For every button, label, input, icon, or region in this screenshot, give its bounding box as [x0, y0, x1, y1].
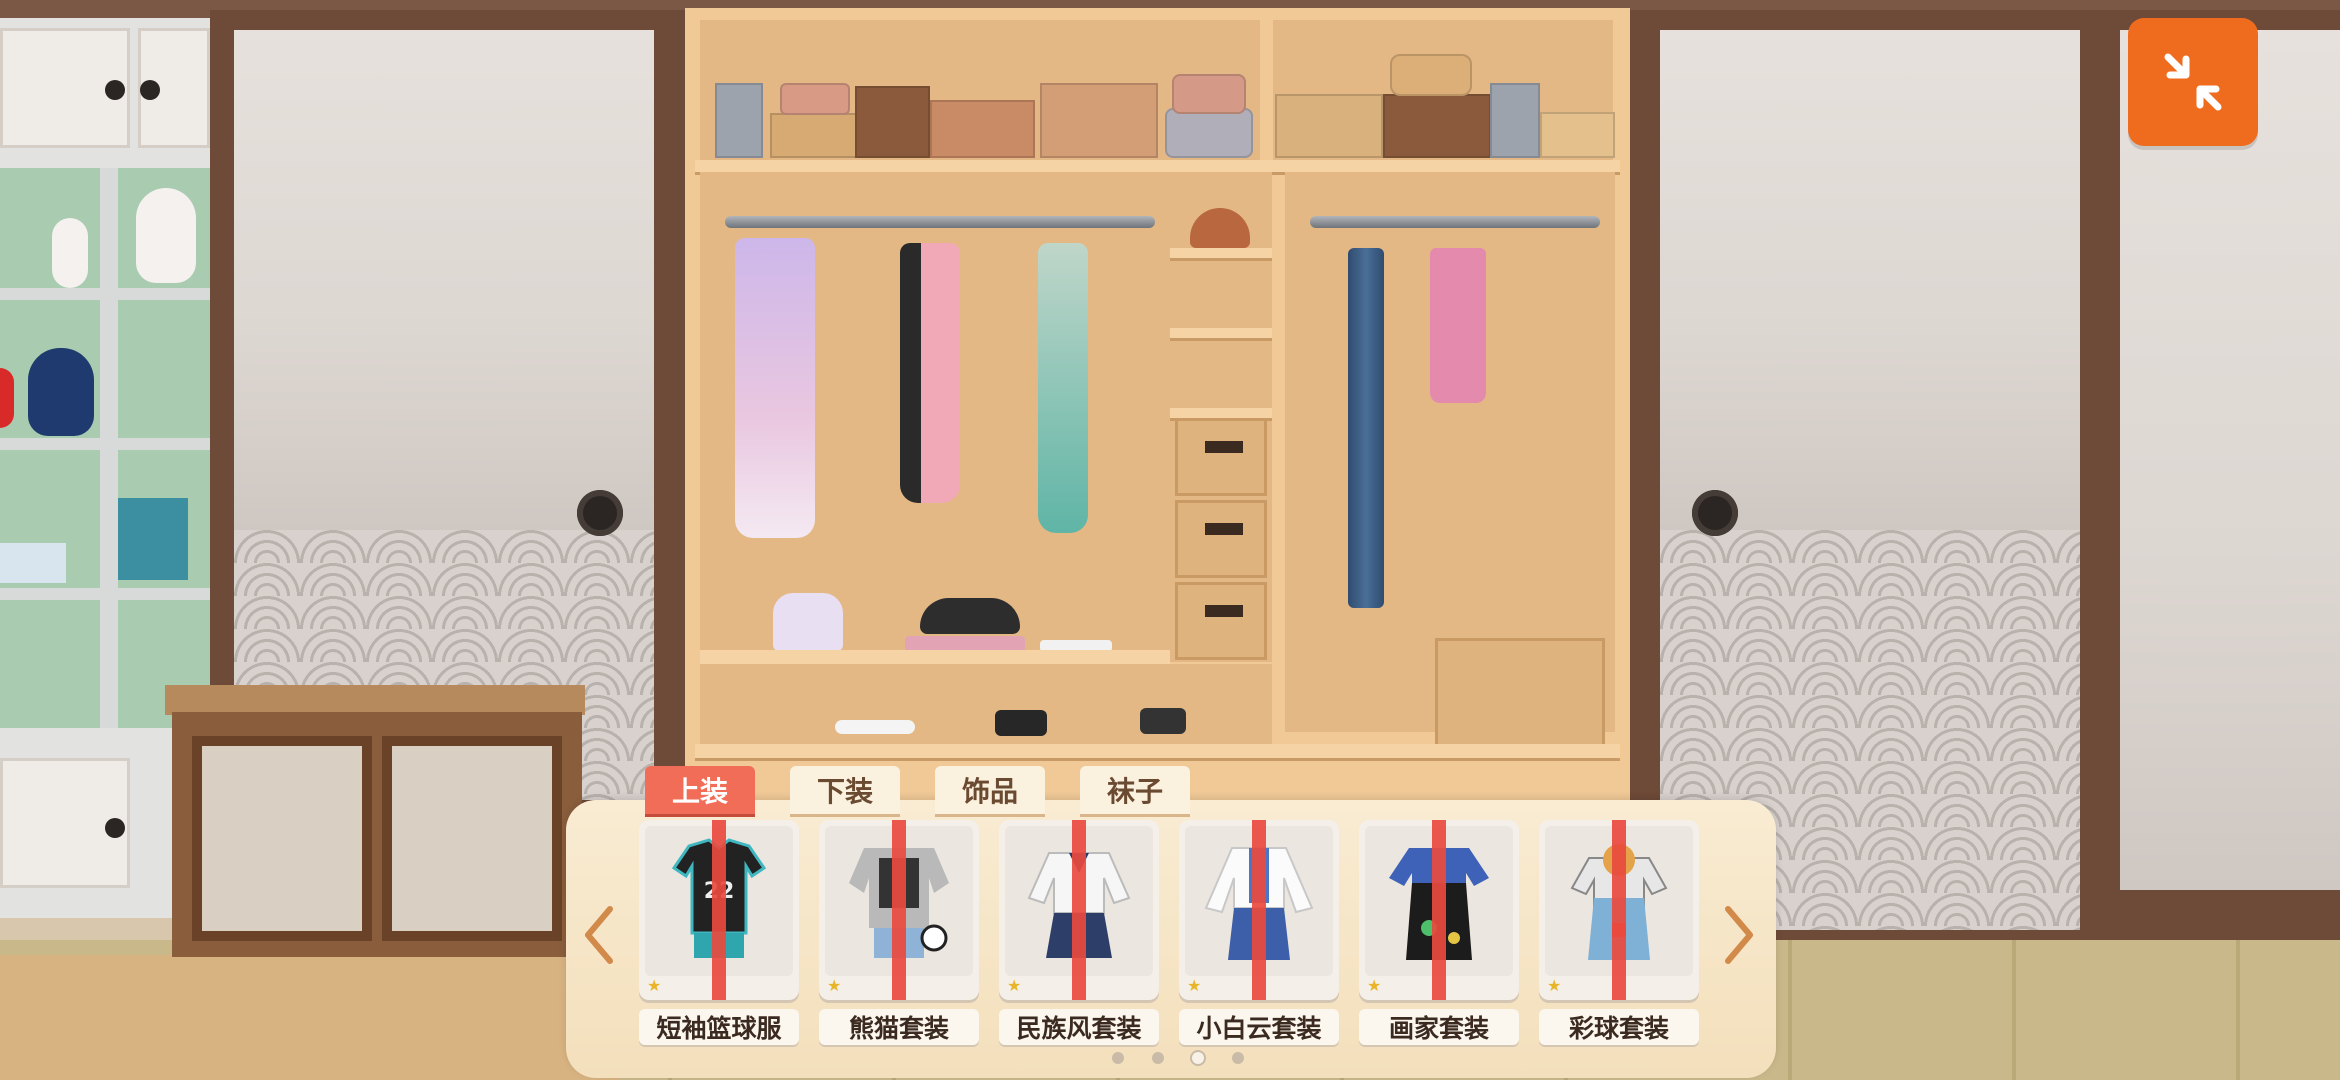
outfit-name: 民族风套装 [999, 1009, 1159, 1045]
wood-floor [0, 955, 620, 1080]
outfit-card[interactable]: ★ [1539, 820, 1699, 1000]
black-beret [920, 598, 1020, 634]
tissue-box [0, 543, 66, 583]
storage-basket [1390, 54, 1472, 96]
rarity-star-icon: ★ [1187, 976, 1202, 995]
outfit-card[interactable]: ★ [999, 820, 1159, 1000]
bunny-figurine [136, 188, 196, 283]
shelf-rail [100, 168, 118, 728]
pink-skirt [1430, 248, 1486, 403]
shelf-knob [105, 818, 125, 838]
lolita-dress [735, 238, 815, 538]
white-socks [835, 720, 915, 734]
pink-black-dress [900, 243, 960, 503]
storage-box [1490, 83, 1540, 158]
outfit-name: 画家套装 [1359, 1009, 1519, 1045]
storage-basket [1165, 108, 1253, 158]
penguin-plush [28, 348, 94, 436]
outfit-card[interactable]: ★ [819, 820, 979, 1000]
next-button[interactable] [1716, 900, 1760, 970]
page-dot[interactable] [1232, 1052, 1244, 1064]
cabinet-door [192, 736, 372, 941]
outfit-name: 短袖篮球服 [639, 1009, 799, 1045]
shelf-plank [1170, 248, 1272, 258]
rarity-star-icon: ★ [1007, 976, 1022, 995]
storage-box [930, 100, 1035, 158]
door-handle [1692, 490, 1738, 536]
small-chest [1435, 638, 1605, 748]
black-shoes [1140, 708, 1186, 734]
outfit-name: 小白云套装 [1179, 1009, 1339, 1045]
shelf-plank [1170, 328, 1272, 338]
low-cabinet-top [165, 685, 585, 715]
wardrobe [685, 8, 1630, 808]
outfit-card[interactable]: ★ [1359, 820, 1519, 1000]
chevron-left-icon [585, 906, 613, 964]
door-paper [234, 30, 654, 530]
storage-box [1275, 94, 1383, 158]
bottom-shelf [700, 664, 1272, 744]
shelf-plank [695, 160, 1620, 172]
teal-box [118, 498, 188, 580]
outfit-name: 彩球套装 [1539, 1009, 1699, 1045]
bunny-figurine [52, 218, 88, 288]
shelf-knob [105, 80, 125, 100]
red-ornament [0, 368, 14, 428]
storage-box [770, 113, 860, 158]
storage-basket [1172, 74, 1246, 114]
door-paper [1660, 30, 2080, 530]
page-dot-active[interactable] [1192, 1052, 1204, 1064]
tab-socks[interactable]: 袜子 [1080, 766, 1190, 814]
storage-box [1540, 112, 1615, 158]
right-wall-frame [2110, 10, 2340, 940]
storage-box [1383, 94, 1491, 158]
outfit-card[interactable]: ★ [1179, 820, 1339, 1000]
rarity-star-icon: ★ [1367, 976, 1382, 995]
cabinet-door [382, 736, 562, 941]
outfit-card[interactable]: 22 ★ [639, 820, 799, 1000]
storage-basket [780, 83, 850, 115]
collapse-button[interactable] [2128, 18, 2258, 146]
page-dot[interactable] [1112, 1052, 1124, 1064]
rarity-star-icon: ★ [647, 976, 662, 995]
chevron-right-icon [1725, 906, 1753, 964]
shelf-plank [1170, 408, 1272, 418]
storage-box [715, 83, 763, 158]
rarity-star-icon: ★ [1547, 976, 1562, 995]
outfit-name: 熊猫套装 [819, 1009, 979, 1045]
shelf-knob [140, 80, 160, 100]
rarity-star-icon: ★ [827, 976, 842, 995]
hanging-rod [725, 216, 1155, 228]
wall-paper [2120, 30, 2340, 890]
wardrobe-drawer [1175, 582, 1267, 660]
collapse-icon [2164, 53, 2222, 111]
hanging-rod [1310, 216, 1600, 228]
tab-tops[interactable]: 上装 [645, 766, 755, 814]
wardrobe-drawer [1175, 500, 1267, 578]
cat-ear-headband [773, 593, 843, 651]
tab-bottoms[interactable]: 下装 [790, 766, 900, 814]
prev-button[interactable] [578, 900, 622, 970]
door-handle [577, 490, 623, 536]
shelf-plank [700, 650, 1170, 664]
jeans [1348, 248, 1384, 608]
storage-box [855, 86, 930, 158]
qipao-dress [1038, 243, 1088, 533]
storage-box [1040, 83, 1158, 158]
low-cabinet [172, 712, 582, 957]
wardrobe-drawer [1175, 418, 1267, 496]
tab-accessories[interactable]: 饰品 [935, 766, 1045, 814]
page-dot[interactable] [1152, 1052, 1164, 1064]
shelf-plank [695, 744, 1620, 758]
black-shoes [995, 710, 1047, 736]
